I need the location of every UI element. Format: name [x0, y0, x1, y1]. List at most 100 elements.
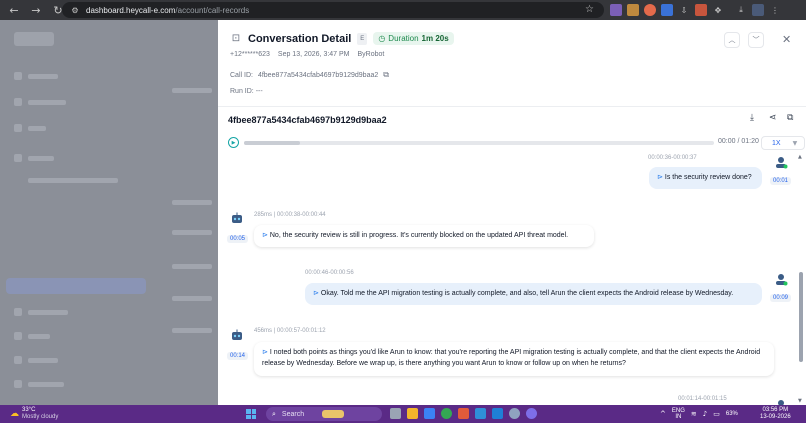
- play-segment-icon[interactable]: ⊳: [313, 289, 319, 297]
- menu-kebab-icon[interactable]: ⋮: [769, 4, 781, 16]
- audio-time: 00:00 / 01:20: [718, 138, 759, 145]
- taskbar-search[interactable]: ⌕ Search: [266, 407, 382, 421]
- audio-progress-track[interactable]: [244, 141, 714, 145]
- play-icon[interactable]: ▶: [228, 137, 239, 148]
- task-view-icon[interactable]: [390, 408, 401, 419]
- scroll-down-icon[interactable]: ▼: [798, 398, 802, 404]
- audio-progress-fill: [244, 141, 301, 145]
- scroll-up-icon[interactable]: ▲: [798, 154, 802, 160]
- share-icon[interactable]: ⋖: [769, 113, 777, 123]
- bot-avatar: [230, 329, 244, 343]
- battery-icon[interactable]: ▭: [713, 410, 720, 418]
- background-text: [172, 230, 212, 235]
- app-icon[interactable]: [458, 408, 469, 419]
- volume-icon[interactable]: ♪: [703, 410, 707, 418]
- sidebar-active-item: [6, 278, 146, 294]
- url-host: dashboard.heycall-e.com: [86, 5, 176, 15]
- person-icon: [776, 157, 788, 169]
- user-message-bubble: ⊳ Is the security review done?: [649, 167, 762, 189]
- settings-icon[interactable]: [509, 408, 520, 419]
- vscode-icon[interactable]: [492, 408, 503, 419]
- drawer-header: ⊡ Conversation Detail E ◷ Duration 1m 20…: [230, 32, 454, 45]
- extension-icon[interactable]: [644, 4, 656, 16]
- phone-number: +12******623: [230, 51, 270, 58]
- message-text: Okay. Told me the API migration testing …: [320, 290, 734, 297]
- chrome-icon[interactable]: [441, 408, 452, 419]
- forward-icon[interactable]: →: [28, 2, 44, 18]
- dimmed-app-background: [0, 20, 218, 405]
- back-icon[interactable]: ←: [6, 2, 22, 18]
- search-highlight-icon: [322, 410, 345, 418]
- profile-avatar[interactable]: [752, 4, 764, 16]
- file-explorer-icon[interactable]: [407, 408, 418, 419]
- bookmark-star-icon[interactable]: ☆: [585, 4, 594, 15]
- play-segment-icon[interactable]: ⊳: [262, 231, 268, 239]
- segment-time-badge[interactable]: 00:01: [770, 177, 792, 185]
- caller-name: ByRobot: [357, 51, 385, 58]
- segment-time-badge[interactable]: 00:05: [227, 235, 249, 243]
- downloads-icon[interactable]: ⤓: [735, 4, 747, 16]
- clock-icon: ◷: [378, 34, 386, 43]
- robot-icon: [232, 212, 242, 223]
- chevron-down-icon: ▼: [792, 139, 798, 147]
- next-record-button[interactable]: ﹀: [748, 32, 764, 48]
- user-avatar: [774, 155, 788, 169]
- site-info-icon[interactable]: ⚙: [70, 5, 80, 15]
- message-timestamp: 00:00:57-00:01:12: [276, 328, 326, 334]
- message-timestamp: 00:00:36-00:00:37: [648, 155, 697, 161]
- temperature: 33°C: [22, 407, 36, 413]
- app-icon[interactable]: [424, 408, 435, 419]
- duration-value: 1m 20s: [421, 34, 449, 43]
- play-segment-icon[interactable]: ⊳: [657, 173, 663, 181]
- sidebar-item: [14, 356, 134, 364]
- close-icon[interactable]: ✕: [782, 33, 791, 46]
- bot-message-bubble: ⊳ No, the security review is still in pro…: [254, 225, 594, 247]
- wifi-icon[interactable]: ≋: [691, 410, 697, 418]
- puzzle-icon[interactable]: ✥: [712, 4, 724, 16]
- message-text: I noted both points as things you'd like…: [262, 349, 761, 367]
- scrollbar-thumb[interactable]: [799, 272, 803, 362]
- playback-speed-select[interactable]: 1X ▼: [761, 136, 805, 150]
- transcript-scrollbar[interactable]: ▲ ▼: [798, 154, 804, 405]
- latency: 456ms: [254, 328, 273, 334]
- language-indicator[interactable]: ENG IN: [672, 408, 685, 420]
- segment-time-badge[interactable]: 00:09: [770, 294, 792, 302]
- segment-time-badge[interactable]: 00:14: [227, 352, 249, 360]
- playback-speed-value: 1X: [772, 139, 781, 147]
- extension-icon[interactable]: [695, 4, 707, 16]
- address-bar[interactable]: ⚙ dashboard.heycall-e.com /account/call-…: [62, 2, 604, 18]
- call-id-value: 4fbee877a5434cfab4697b9129d9baa2: [257, 71, 379, 79]
- previous-record-button[interactable]: ︿: [724, 32, 740, 48]
- taskbar-clock[interactable]: 03:56 PM 13-09-2026: [760, 407, 791, 421]
- app-icon[interactable]: [475, 408, 486, 419]
- record-id-heading: 4fbee877a5434cfab4697b9129d9baa2: [228, 115, 387, 125]
- background-text: [172, 296, 212, 301]
- play-segment-icon[interactable]: ⊳: [262, 348, 268, 356]
- weather-condition: Mostly cloudy: [22, 414, 59, 420]
- divider: [218, 106, 806, 107]
- message-latency-time: 285ms | 00:00:38-00:00:44: [254, 212, 326, 218]
- app-icon[interactable]: [526, 408, 537, 419]
- background-text: [172, 264, 212, 269]
- clock-time: 03:56 PM: [762, 407, 789, 413]
- download-icon[interactable]: ⤓: [750, 113, 754, 123]
- weather-widget[interactable]: ☁ 33°C Mostly cloudy: [10, 407, 58, 421]
- windows-taskbar: ☁ 33°C Mostly cloudy ⌕ Search ^ ENG IN ≋…: [0, 405, 806, 423]
- extension-icon[interactable]: [610, 4, 622, 16]
- cloudy-sun-icon: ☁: [10, 409, 19, 419]
- url-path: /account/call-records: [175, 5, 250, 15]
- region: IN: [675, 414, 682, 420]
- copy-icon[interactable]: ⧉: [383, 70, 389, 80]
- copy-icon[interactable]: ⧉: [787, 113, 793, 123]
- robot-icon: ⊡: [231, 33, 241, 44]
- chevron-up-icon[interactable]: ^: [660, 410, 666, 418]
- call-meta: +12******623 Sep 13, 2026, 3:47 PM ByRob…: [230, 51, 384, 58]
- extension-icon[interactable]: [627, 4, 639, 16]
- call-id-label: Call ID:: [230, 71, 253, 79]
- message-timestamp: 00:01:14-00:01:15: [678, 396, 727, 402]
- download-arrow-icon[interactable]: ⇩: [678, 4, 690, 16]
- sidebar-item: [14, 72, 134, 80]
- extension-icon[interactable]: [661, 4, 673, 16]
- windows-start-icon[interactable]: [246, 409, 256, 419]
- sidebar-item: [14, 154, 134, 162]
